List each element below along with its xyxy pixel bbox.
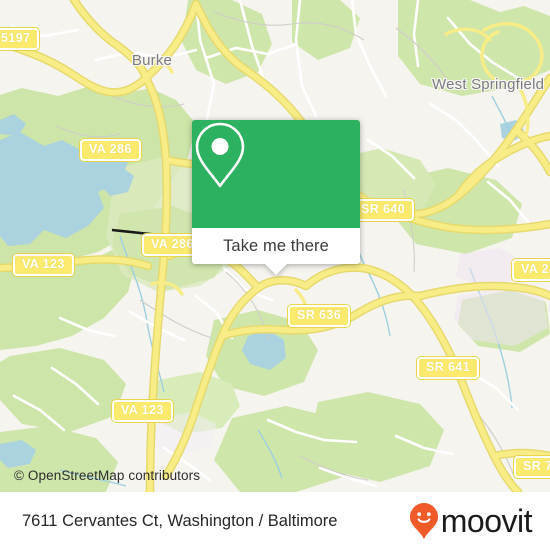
- popup-pin-area: [192, 120, 360, 228]
- popup-action-area[interactable]: Take me there: [192, 228, 360, 264]
- destination-popup[interactable]: Take me there: [192, 120, 360, 275]
- address-label: 7611 Cervantes Ct, Washington / Baltimor…: [22, 511, 338, 530]
- road-shield-va-123-south[interactable]: VA 123: [111, 399, 174, 423]
- road-shield-sr-790[interactable]: SR 790: [512, 455, 550, 479]
- osm-attribution[interactable]: © OpenStreetMap contributors: [14, 468, 200, 483]
- road-shield-va-286-east[interactable]: VA 286: [511, 258, 550, 282]
- road-shield-5197[interactable]: 5197: [0, 27, 41, 51]
- take-me-there-label: Take me there: [223, 236, 329, 255]
- moovit-logo[interactable]: moovit: [409, 502, 533, 540]
- road-shield-va-286-north[interactable]: VA 286: [79, 138, 142, 162]
- road-shield-va-123-west[interactable]: VA 123: [12, 253, 75, 277]
- moovit-pin-icon: [409, 502, 439, 540]
- moovit-wordmark: moovit: [440, 503, 533, 539]
- popup-tail: [265, 264, 287, 275]
- road-shield-sr-636[interactable]: SR 636: [286, 304, 352, 328]
- map-canvas[interactable]: Burke West Springfield 5197 VA 286 VA 28…: [0, 0, 550, 492]
- road-shield-sr-640[interactable]: SR 640: [350, 198, 416, 222]
- road-shield-sr-641[interactable]: SR 641: [415, 356, 481, 380]
- map-screen: Burke West Springfield 5197 VA 286 VA 28…: [0, 0, 550, 550]
- footer-bar: 7611 Cervantes Ct, Washington / Baltimor…: [0, 492, 550, 550]
